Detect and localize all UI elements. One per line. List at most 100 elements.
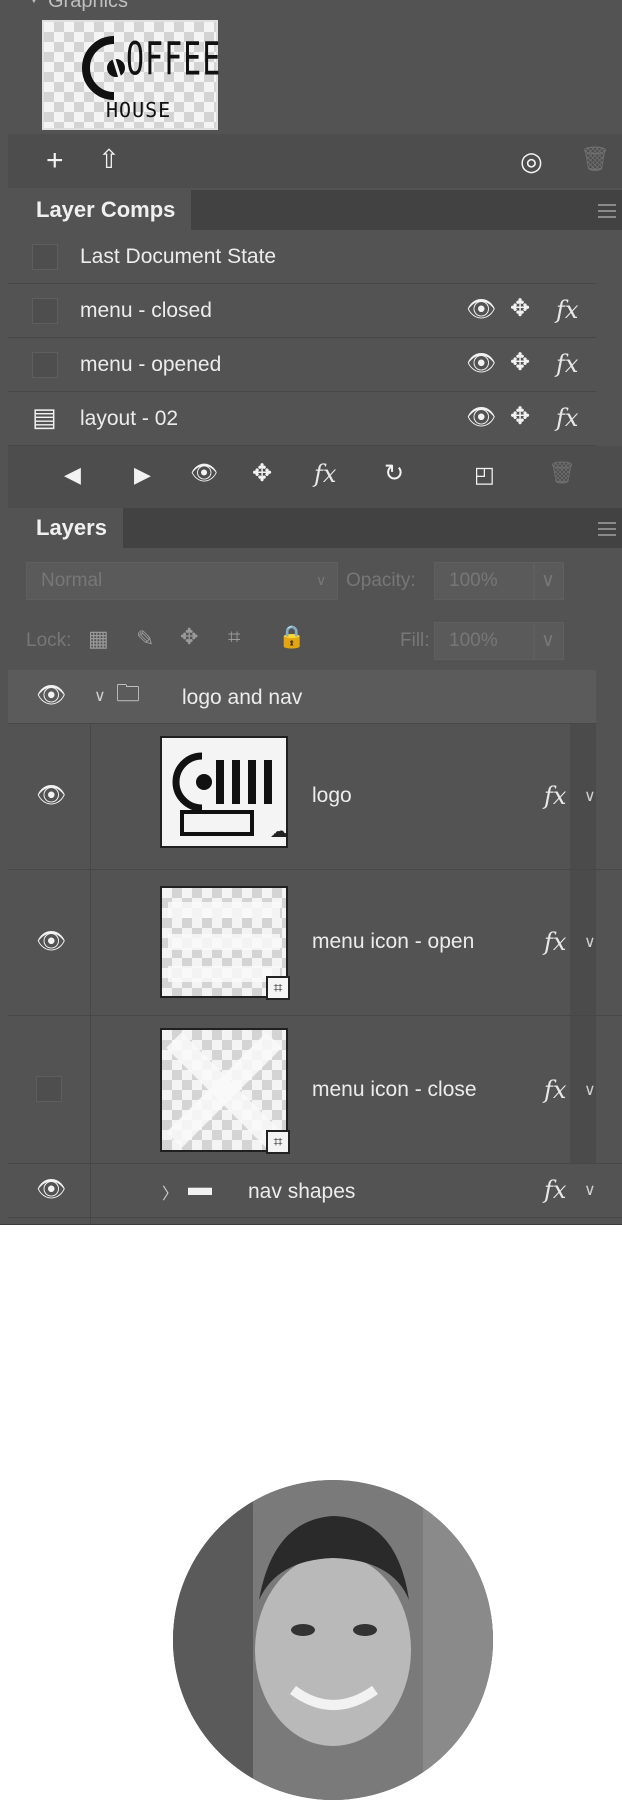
eye-icon[interactable]: 👁 xyxy=(466,298,496,322)
fx-icon[interactable]: fx xyxy=(544,1176,566,1204)
menu-bar-shape xyxy=(168,966,280,982)
lock-image-pixels-icon[interactable]: ✎ xyxy=(136,628,154,650)
layer-name: menu icon - open xyxy=(312,930,475,953)
menu-bar-shape xyxy=(168,902,280,918)
eye-icon[interactable]: 👁 xyxy=(36,930,66,954)
trash-icon[interactable]: 🗑 xyxy=(580,148,610,172)
tab-layers[interactable]: Layers xyxy=(8,508,123,548)
chevron-down-icon[interactable]: ∨ xyxy=(94,686,106,706)
layer-thumbnail[interactable]: ⌗ xyxy=(160,1028,290,1154)
eye-icon[interactable]: 👁 xyxy=(36,784,66,808)
comp-apply-checkbox[interactable] xyxy=(32,244,58,270)
eye-icon[interactable]: 👁 xyxy=(36,684,66,708)
chevron-down-icon: ∨ xyxy=(316,572,327,588)
delete-comp-icon[interactable]: 🗑 xyxy=(548,462,576,484)
layer-row[interactable]: 👁 ☁ logo fx ∨ xyxy=(8,724,622,870)
menu-bar-shape xyxy=(168,934,280,950)
new-comp-icon[interactable]: ◰ xyxy=(474,464,495,486)
applied-comp-icon[interactable]: ▤ xyxy=(32,404,57,430)
move-icon[interactable]: ✥ xyxy=(510,405,530,429)
blend-mode-select[interactable]: Normal xyxy=(26,562,338,600)
lock-label: Lock: xyxy=(26,630,72,651)
fx-icon[interactable]: fx xyxy=(544,782,566,810)
opacity-input[interactable]: 100% xyxy=(434,562,534,600)
fill-label: Fill: xyxy=(400,630,430,651)
layer-comp-label: Last Document State xyxy=(80,245,277,268)
chevron-down-icon[interactable]: ∨ xyxy=(584,786,596,806)
layer-comp-row[interactable]: Last Document State xyxy=(8,230,596,284)
layer-row-group[interactable]: 👁 ∨ 🗀 logo and nav xyxy=(8,670,596,724)
layer-row[interactable]: 👁 ⌗ menu icon - open fx ∨ xyxy=(8,870,622,1016)
layer-name: menu icon - close xyxy=(312,1078,477,1101)
comp-apply-checkbox[interactable] xyxy=(32,298,58,324)
avatar-photo xyxy=(173,1480,493,1800)
comp-apply-checkbox[interactable] xyxy=(32,352,58,378)
eye-icon[interactable]: 👁 xyxy=(466,406,496,430)
graphics-panel: OFFEE HOUSE xyxy=(8,14,622,134)
position-update-icon[interactable]: ✥ xyxy=(252,462,272,486)
photoshop-panels: Graphics ▼ OFFEE HOUSE + ⇧ ◎ 🗑 Layer Com… xyxy=(0,0,622,1225)
folder-icon: ▬ xyxy=(188,1174,212,1201)
shape-layer-icon: ⌗ xyxy=(266,976,290,1000)
panel-menu-icon[interactable] xyxy=(598,522,616,536)
chevron-right-icon[interactable]: 〉 xyxy=(162,1180,178,1204)
layer-comps-header: Layer Comps xyxy=(8,190,622,230)
upload-icon[interactable]: ⇧ xyxy=(98,146,120,172)
next-comp-icon[interactable]: ▶ xyxy=(134,464,151,486)
fill-dropdown-button[interactable]: ∨ xyxy=(534,622,564,660)
opacity-label: Opacity: xyxy=(346,570,416,591)
blend-controls: Normal ∨ Opacity: 100% ∨ xyxy=(8,548,622,614)
layer-comp-row[interactable]: ▤ layout - 02 👁 ✥ fx xyxy=(8,392,596,446)
visibility-toggle[interactable] xyxy=(36,1076,62,1102)
layers-list: 👁 ∨ 🗀 logo and nav 👁 ☁ logo fx ∨ 👁 ⌗ men… xyxy=(8,670,622,1224)
add-graphic-icon[interactable]: + xyxy=(46,146,64,176)
logo-text-top: OFFEE xyxy=(126,34,222,87)
eye-icon[interactable]: 👁 xyxy=(36,1178,66,1202)
layer-comp-row[interactable]: menu - opened 👁 ✥ fx xyxy=(8,338,596,392)
layer-thumbnail[interactable]: ⌗ xyxy=(160,886,290,1000)
chevron-down-icon[interactable]: ∨ xyxy=(584,932,596,952)
lock-transparent-pixels-icon[interactable]: ▦ xyxy=(88,628,109,650)
chevron-down-icon[interactable]: ∨ xyxy=(584,1080,596,1100)
fx-icon[interactable]: fx xyxy=(556,350,578,378)
layer-name: logo xyxy=(312,784,352,807)
chevron-down-icon[interactable]: ∨ xyxy=(584,1180,596,1200)
layer-name: logo and nav xyxy=(182,686,303,709)
fx-icon[interactable]: fx xyxy=(544,928,566,956)
layer-row[interactable]: ⌗ menu icon - close fx ∨ xyxy=(8,1016,622,1164)
layer-comp-label: layout - 02 xyxy=(80,407,179,430)
creative-cloud-icon[interactable]: ◎ xyxy=(520,148,543,174)
layer-row-group[interactable]: 👁 〉 ▬ nav shapes fx ∨ xyxy=(8,1164,622,1218)
graphics-section-header[interactable]: Graphics ▼ xyxy=(8,0,622,14)
eye-icon[interactable]: 👁 xyxy=(466,352,496,376)
lock-artboard-icon[interactable]: ⌗ xyxy=(228,626,240,648)
coffee-logo-graphic xyxy=(172,752,272,836)
caret-down-icon: ▼ xyxy=(26,0,42,8)
move-icon[interactable]: ✥ xyxy=(510,297,530,321)
panel-menu-icon[interactable] xyxy=(598,204,616,218)
layer-name: nav shapes xyxy=(248,1180,356,1203)
tab-layer-comps[interactable]: Layer Comps xyxy=(8,190,192,230)
shape-layer-icon: ⌗ xyxy=(266,1130,290,1154)
fx-icon[interactable]: fx xyxy=(556,404,578,432)
fx-icon[interactable]: fx xyxy=(544,1076,566,1104)
folder-icon: 🗀 xyxy=(116,680,140,707)
layer-comp-row[interactable]: menu - closed 👁 ✥ fx xyxy=(8,284,596,338)
avatar xyxy=(173,1480,493,1800)
cloud-icon: ☁ xyxy=(270,821,288,841)
layers-header: Layers xyxy=(8,508,622,548)
fx-icon[interactable]: fx xyxy=(556,296,578,324)
visibility-update-icon[interactable]: 👁 xyxy=(190,462,218,484)
fill-input[interactable]: 100% xyxy=(434,622,534,660)
lock-position-icon[interactable]: ✥ xyxy=(180,626,198,648)
lock-all-icon[interactable]: 🔒 xyxy=(278,626,305,648)
layer-comps-toolbar: ◀ ▶ 👁 ✥ fx ↻ ◰ 🗑 xyxy=(8,446,622,508)
previous-comp-icon[interactable]: ◀ xyxy=(64,464,81,486)
layer-comp-label: menu - opened xyxy=(80,353,222,376)
graphic-thumbnail[interactable]: OFFEE HOUSE xyxy=(42,20,222,130)
layer-thumbnail[interactable]: ☁ xyxy=(160,736,288,848)
move-icon[interactable]: ✥ xyxy=(510,351,530,375)
refresh-icon[interactable]: ↻ xyxy=(384,462,404,486)
opacity-dropdown-button[interactable]: ∨ xyxy=(534,562,564,600)
appearance-update-icon[interactable]: fx xyxy=(314,460,336,488)
